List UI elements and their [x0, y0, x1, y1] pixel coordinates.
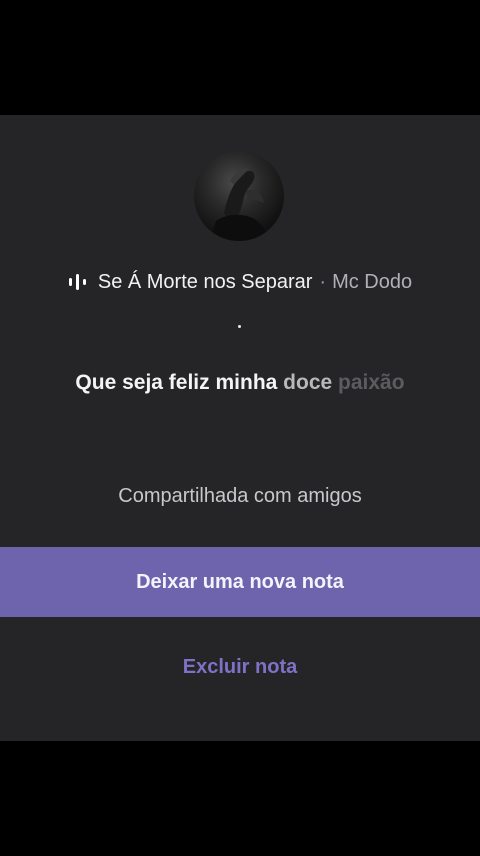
- lyric-sung: Que seja feliz minha: [75, 371, 278, 394]
- note-sheet: Se Á Morte nos Separar · Mc Dodo Que sej…: [0, 115, 480, 741]
- audio-wave-icon: [68, 272, 88, 292]
- song-info: Se Á Morte nos Separar · Mc Dodo: [0, 267, 480, 297]
- avatar: [194, 151, 284, 241]
- delete-note-button[interactable]: Excluir nota: [0, 637, 480, 697]
- lyric-upcoming: paixão: [338, 371, 405, 394]
- song-separator: ·: [319, 270, 327, 293]
- lyric-progress-dot: [238, 325, 241, 328]
- leave-new-note-button[interactable]: Deixar uma nova nota: [0, 547, 480, 617]
- song-artist: Mc Dodo: [332, 270, 413, 293]
- song-title: Se Á Morte nos Separar: [97, 270, 313, 293]
- lyric-current: doce: [283, 371, 333, 394]
- visibility-label: Compartilhada com amigos: [118, 485, 362, 507]
- avatar-photo: [210, 168, 268, 241]
- lyric-line: Que seja feliz minha doce paixão: [0, 371, 480, 395]
